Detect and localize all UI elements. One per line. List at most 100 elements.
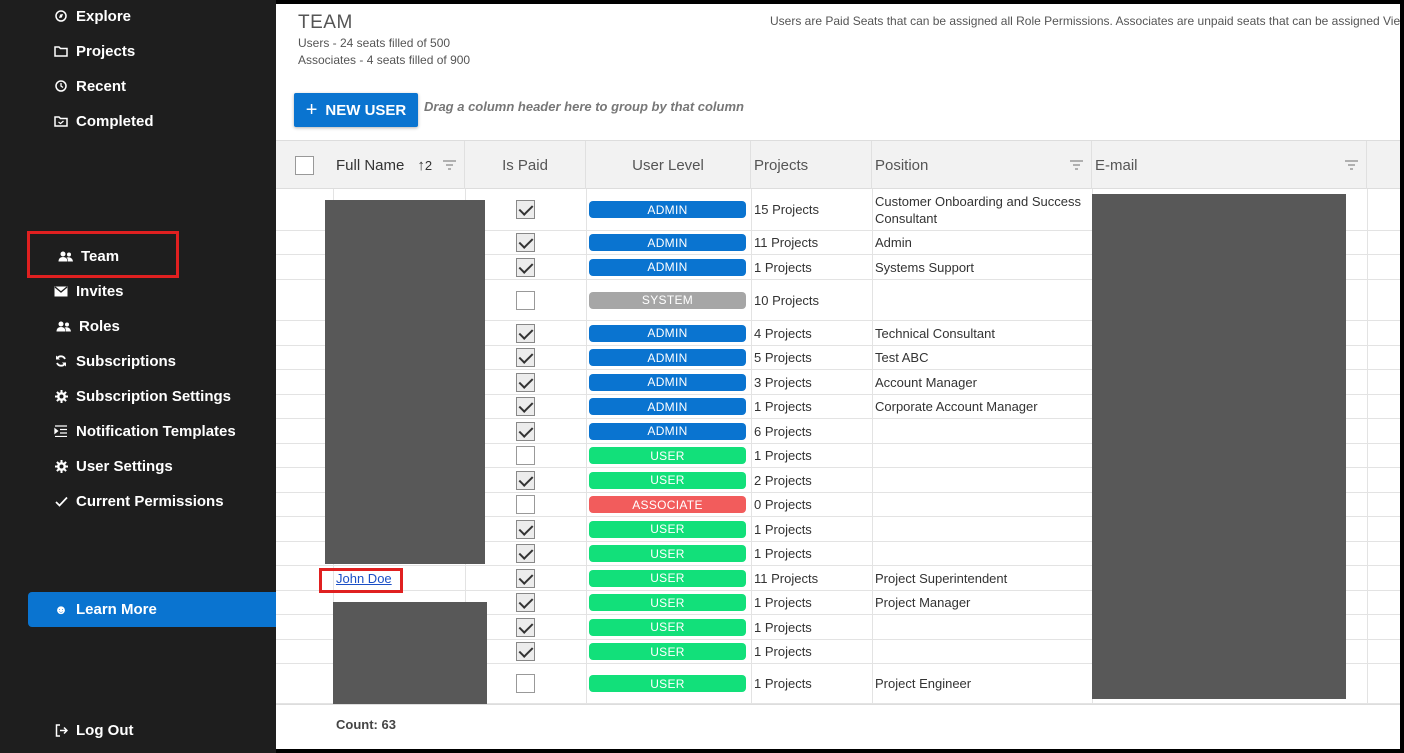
learn-more-button[interactable]: ☻ Learn More bbox=[28, 592, 276, 627]
projects-count: 3 Projects bbox=[754, 374, 812, 390]
column-header-full-name[interactable]: Full Name ↑ 2 bbox=[333, 141, 465, 189]
projects-count: 1 Projects bbox=[754, 399, 812, 414]
user-level-cell: USER bbox=[589, 517, 749, 541]
user-level-cell: USER bbox=[589, 640, 749, 663]
user-level-badge: USER bbox=[589, 520, 746, 538]
is-paid-checkbox[interactable] bbox=[516, 257, 535, 277]
new-user-button[interactable]: + NEW USER bbox=[294, 93, 418, 127]
user-level-cell: USER bbox=[589, 591, 749, 614]
projects-count: 1 Projects bbox=[754, 619, 812, 635]
filter-icon[interactable] bbox=[443, 158, 456, 175]
position-cell: Test ABC bbox=[875, 350, 929, 365]
is-paid-header-label: Is Paid bbox=[502, 156, 548, 174]
is-paid-checkbox[interactable] bbox=[516, 446, 535, 465]
check-icon bbox=[52, 496, 70, 507]
is-paid-checkbox[interactable] bbox=[516, 372, 535, 392]
is-paid-checkbox[interactable] bbox=[516, 470, 535, 490]
position-cell bbox=[875, 542, 1087, 565]
is-paid-checkbox[interactable] bbox=[516, 495, 535, 514]
user-level-cell: ADMIN bbox=[589, 370, 749, 394]
is-paid-checkbox[interactable] bbox=[516, 421, 535, 441]
sidebar-item-user-settings[interactable]: User Settings bbox=[52, 452, 173, 480]
sidebar-item-roles[interactable]: Roles bbox=[55, 312, 120, 340]
sidebar-item-label: Current Permissions bbox=[76, 492, 224, 510]
projects-header-label: Projects bbox=[754, 156, 809, 174]
projects-count: 11 Projects bbox=[754, 235, 819, 250]
position-cell: Systems Support bbox=[875, 259, 974, 275]
sidebar-item-recent[interactable]: Recent bbox=[52, 72, 126, 100]
position-cell: Customer Onboarding and Success Consulta… bbox=[875, 193, 1081, 226]
sidebar-item-current-permissions[interactable]: Current Permissions bbox=[52, 487, 224, 515]
learn-more-label: Learn More bbox=[76, 601, 157, 618]
sidebar-item-subscription-settings[interactable]: Subscription Settings bbox=[52, 382, 231, 410]
user-level-badge: USER bbox=[589, 618, 746, 636]
sidebar-item-label: Subscription Settings bbox=[76, 387, 232, 405]
is-paid-checkbox[interactable] bbox=[516, 397, 535, 416]
user-level-badge: ADMIN bbox=[589, 201, 746, 218]
user-level-badge: ADMIN bbox=[589, 234, 746, 251]
position-cell bbox=[875, 615, 1087, 639]
is-paid-checkbox[interactable] bbox=[516, 519, 535, 539]
column-header-user-level[interactable]: User Level bbox=[586, 141, 751, 189]
grid-header: Full Name ↑ 2 Is Paid User Level Project… bbox=[276, 141, 1400, 189]
user-level-badge: ADMIN bbox=[589, 349, 746, 366]
user-level-cell: USER bbox=[589, 615, 749, 639]
user-level-badge: ADMIN bbox=[589, 373, 746, 391]
is-paid-checkbox[interactable] bbox=[516, 348, 535, 367]
list-icon bbox=[52, 425, 70, 437]
is-paid-checkbox[interactable] bbox=[516, 674, 535, 693]
projects-count: 5 Projects bbox=[754, 350, 812, 365]
is-paid-checkbox[interactable] bbox=[516, 593, 535, 612]
select-all-checkbox[interactable] bbox=[295, 155, 314, 175]
redacted-names-block bbox=[325, 200, 485, 564]
sort-order-number: 2 bbox=[424, 157, 433, 173]
sidebar-item-label: Roles bbox=[79, 317, 120, 335]
column-header-projects[interactable]: Projects bbox=[751, 141, 872, 189]
is-paid-checkbox[interactable] bbox=[516, 323, 535, 343]
column-header-email[interactable]: E-mail bbox=[1092, 141, 1367, 189]
log-out-button[interactable]: Log Out bbox=[52, 716, 133, 744]
is-paid-checkbox[interactable] bbox=[516, 568, 535, 588]
position-header-label: Position bbox=[875, 156, 929, 174]
sidebar-item-subscriptions[interactable]: Subscriptions bbox=[52, 347, 176, 375]
filter-icon[interactable] bbox=[1345, 158, 1358, 175]
sidebar-item-label: Completed bbox=[76, 112, 154, 130]
user-level-cell: USER bbox=[589, 542, 749, 565]
clock-icon bbox=[52, 80, 70, 92]
page-title: TEAM bbox=[298, 12, 353, 33]
user-level-header-label: User Level bbox=[632, 156, 704, 174]
new-user-label: NEW USER bbox=[325, 101, 407, 119]
position-cell bbox=[875, 280, 1087, 320]
user-level-cell: ADMIN bbox=[589, 189, 749, 230]
is-paid-checkbox[interactable] bbox=[516, 290, 535, 310]
user-level-cell: USER bbox=[589, 468, 749, 492]
is-paid-checkbox[interactable] bbox=[516, 233, 535, 252]
team-grid: Full Name ↑ 2 Is Paid User Level Project… bbox=[276, 140, 1400, 749]
column-header-is-paid[interactable]: Is Paid bbox=[465, 141, 586, 189]
sidebar-item-completed[interactable]: Completed bbox=[52, 107, 154, 135]
projects-count: 1 Projects bbox=[754, 676, 812, 691]
user-level-badge: USER bbox=[589, 471, 746, 489]
email-header-label: E-mail bbox=[1095, 156, 1138, 174]
sidebar-item-explore[interactable]: Explore bbox=[52, 2, 131, 30]
user-level-badge: USER bbox=[589, 594, 746, 611]
column-header-position[interactable]: Position bbox=[872, 141, 1092, 189]
is-paid-checkbox[interactable] bbox=[516, 200, 535, 219]
sidebar-item-projects[interactable]: Projects bbox=[52, 37, 135, 65]
is-paid-checkbox[interactable] bbox=[516, 617, 535, 637]
user-level-cell: ADMIN bbox=[589, 231, 749, 254]
is-paid-checkbox[interactable] bbox=[516, 642, 535, 661]
envelope-icon bbox=[52, 286, 70, 297]
sidebar-item-label: Projects bbox=[76, 42, 136, 60]
sidebar-item-label: Recent bbox=[76, 77, 127, 95]
is-paid-checkbox[interactable] bbox=[516, 544, 535, 563]
sidebar-item-invites[interactable]: Invites bbox=[52, 277, 124, 305]
sidebar: Explore Projects Recent Completed Team Invite… bbox=[0, 0, 276, 753]
sidebar-item-notification-templates[interactable]: Notification Templates bbox=[52, 417, 236, 445]
projects-count: 0 Projects bbox=[754, 497, 812, 512]
filter-icon[interactable] bbox=[1070, 158, 1083, 175]
grid-footer: Count: 63 bbox=[276, 704, 1400, 749]
user-level-cell: USER bbox=[589, 566, 749, 590]
position-cell bbox=[875, 444, 1087, 467]
log-out-label: Log Out bbox=[76, 721, 134, 739]
